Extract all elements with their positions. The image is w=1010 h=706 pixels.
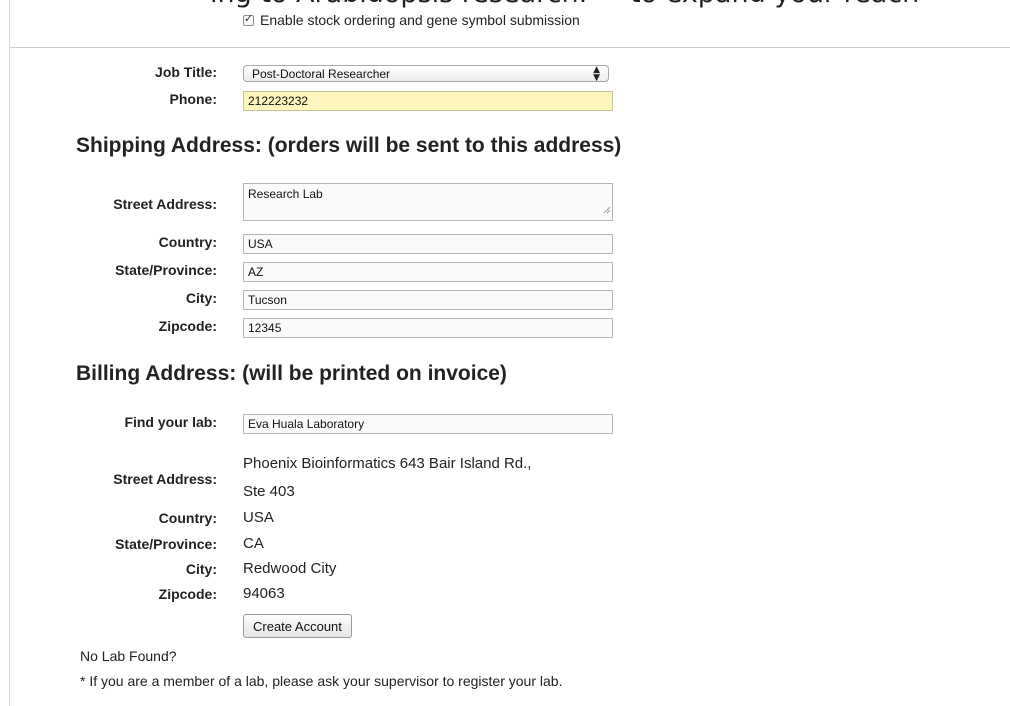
billing-zipcode-label: Zipcode: — [158, 586, 217, 602]
no-lab-found-text: No Lab Found? — [80, 648, 177, 664]
stock-ordering-option[interactable]: Enable stock ordering and gene symbol su… — [243, 12, 580, 28]
shipping-zipcode-input[interactable] — [243, 318, 613, 338]
select-updown-icon: ▲ ▼ — [593, 64, 600, 83]
billing-country-label: Country: — [158, 510, 217, 526]
left-border — [9, 0, 10, 706]
billing-zipcode-value: 94063 — [243, 585, 285, 602]
billing-heading: Billing Address: (will be printed on inv… — [76, 362, 507, 385]
stock-ordering-checkbox[interactable] — [243, 12, 254, 26]
section-divider — [9, 47, 1010, 48]
find-lab-label: Find your lab: — [124, 414, 217, 430]
job-title-label: Job Title: — [155, 64, 217, 80]
billing-state-label: State/Province: — [115, 536, 217, 552]
shipping-zipcode-label: Zipcode: — [158, 318, 217, 334]
shipping-city-label: City: — [185, 290, 217, 306]
billing-state-value: CA — [243, 535, 264, 552]
banner-text-2: to expand your reach — [630, 0, 919, 12]
banner-text-1: ing to Arabidopsis research. — [210, 0, 587, 12]
shipping-street-textarea[interactable] — [243, 183, 613, 221]
create-account-button[interactable]: Create Account — [243, 614, 352, 638]
phone-label: Phone: — [169, 91, 217, 107]
shipping-heading: Shipping Address: (orders will be sent t… — [76, 134, 622, 157]
shipping-state-label: State/Province: — [115, 262, 217, 278]
billing-street-line2: Ste 403 — [243, 483, 295, 500]
billing-street-label: Street Address: — [113, 471, 217, 487]
cut-off-banner: ing to Arabidopsis research. to expand y… — [0, 0, 1010, 12]
job-title-select[interactable]: Post-Doctoral Researcher ▲ ▼ — [243, 65, 609, 82]
job-title-selected-value: Post-Doctoral Researcher — [252, 66, 391, 81]
shipping-country-label: Country: — [158, 234, 217, 250]
stock-ordering-label: Enable stock ordering and gene symbol su… — [260, 12, 580, 28]
resize-grip-icon[interactable] — [602, 205, 611, 214]
billing-street-line1: Phoenix Bioinformatics 643 Bair Island R… — [243, 455, 532, 472]
shipping-state-input[interactable] — [243, 262, 613, 282]
shipping-country-input[interactable] — [243, 234, 613, 254]
shipping-city-input[interactable] — [243, 290, 613, 310]
billing-city-label: City: — [185, 561, 217, 577]
billing-country-value: USA — [243, 509, 274, 526]
register-lab-footnote: * If you are a member of a lab, please a… — [80, 673, 563, 689]
billing-city-value: Redwood City — [243, 560, 337, 577]
phone-input[interactable] — [243, 91, 613, 111]
shipping-street-label: Street Address: — [113, 196, 217, 212]
find-lab-input[interactable] — [243, 414, 613, 434]
